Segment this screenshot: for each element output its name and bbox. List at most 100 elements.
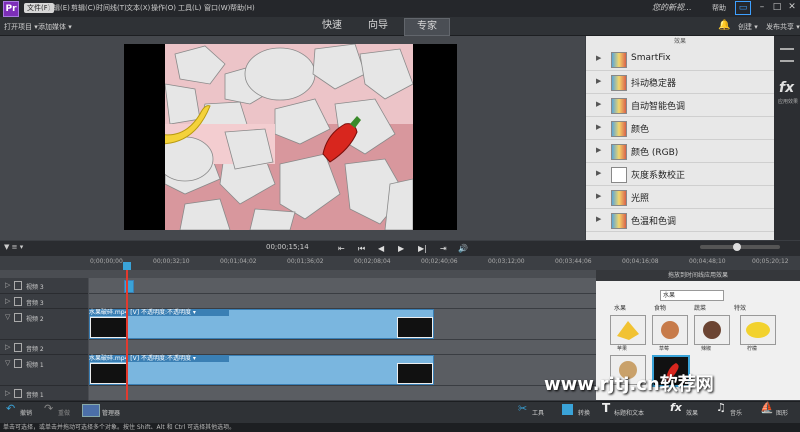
- menu-help[interactable]: 帮助(H): [230, 3, 255, 13]
- menu-action[interactable]: 操作(O): [151, 3, 176, 13]
- menu-edit[interactable]: 编辑(E): [46, 3, 70, 13]
- music-icon[interactable]: ♫: [716, 401, 726, 414]
- share-dropdown[interactable]: 发布共享 ▾: [766, 22, 800, 32]
- track-header-audio1[interactable]: ▷ 音频 1: [0, 386, 88, 401]
- speaker-icon[interactable]: [14, 297, 22, 306]
- adjust-panel-icon[interactable]: [780, 48, 794, 62]
- menu-text[interactable]: 文本(X): [126, 3, 150, 13]
- maximize-icon[interactable]: □: [770, 1, 784, 13]
- collapse-icon[interactable]: ▽: [5, 359, 10, 367]
- expand-icon[interactable]: ▶: [596, 169, 601, 177]
- fx-icon[interactable]: fx: [779, 80, 794, 96]
- preset-thumb[interactable]: [610, 315, 646, 345]
- effect-lighting[interactable]: ▶ 光照: [586, 186, 774, 209]
- expand-icon[interactable]: ▶: [596, 215, 601, 223]
- effect-gamma[interactable]: ▶ 灰度系数校正: [586, 163, 774, 186]
- menu-tools[interactable]: 工具(L): [178, 3, 201, 13]
- timeline-menu-icon[interactable]: ▼ ≡ ▾: [4, 243, 23, 251]
- volume-icon[interactable]: 🔊: [458, 244, 468, 253]
- titles-label[interactable]: 标题和文本: [614, 408, 644, 417]
- redo-label[interactable]: 重做: [58, 408, 70, 417]
- effect-stabilizer[interactable]: ▶ 抖动稳定器: [586, 71, 774, 94]
- graphics-label[interactable]: 图形: [776, 408, 788, 417]
- transitions-icon[interactable]: [562, 404, 573, 415]
- frame-forward-icon[interactable]: ▶|: [418, 244, 427, 253]
- effect-color-rgb[interactable]: ▶ 颜色 (RGB): [586, 140, 774, 163]
- panel-toggle-icon[interactable]: ▭: [735, 1, 751, 15]
- expand-icon[interactable]: ▶: [596, 77, 601, 85]
- collapse-icon[interactable]: ▽: [5, 313, 10, 321]
- expand-icon[interactable]: ▶: [596, 100, 601, 108]
- effect-temperature[interactable]: ▶ 色温和色调: [586, 209, 774, 232]
- open-project-dropdown[interactable]: 打开项目 ▾: [4, 22, 38, 32]
- undo-icon[interactable]: ↶: [6, 402, 15, 415]
- welcome-text[interactable]: 您的新视...: [652, 2, 692, 13]
- play-icon[interactable]: ▶: [398, 244, 404, 253]
- preset-category[interactable]: 特效: [734, 303, 746, 312]
- zoom-slider-knob[interactable]: [733, 243, 741, 251]
- undo-label[interactable]: 撤销: [20, 408, 32, 417]
- track-header-video2[interactable]: ▽ 视频 2: [0, 309, 88, 340]
- menu-window[interactable]: 窗口(W): [204, 3, 230, 13]
- notification-bell-icon[interactable]: 🔔: [718, 20, 730, 31]
- track-lock-icon[interactable]: [14, 313, 22, 322]
- go-to-start-icon[interactable]: ⇤: [338, 244, 345, 253]
- graphics-icon[interactable]: ⛵: [760, 401, 774, 414]
- preset-category[interactable]: 水果: [614, 303, 626, 312]
- expand-icon[interactable]: ▷: [5, 389, 10, 397]
- expand-icon[interactable]: ▷: [5, 343, 10, 351]
- playhead-handle[interactable]: [123, 262, 131, 270]
- tab-expert[interactable]: 专家: [404, 18, 450, 36]
- tab-guided[interactable]: 向导: [356, 18, 400, 34]
- preset-thumb[interactable]: [740, 315, 776, 345]
- add-media-dropdown[interactable]: 添加媒体 ▾: [38, 22, 72, 32]
- track-header-video1[interactable]: ▽ 视频 1: [0, 355, 88, 386]
- effect-color[interactable]: ▶ 颜色: [586, 117, 774, 140]
- tab-quick[interactable]: 快速: [310, 18, 354, 34]
- playhead[interactable]: [126, 262, 128, 400]
- step-back-icon[interactable]: ⏮: [358, 244, 365, 254]
- organizer-label[interactable]: 管理器: [102, 408, 120, 417]
- expand-icon[interactable]: ▶: [596, 123, 601, 131]
- menu-timeline[interactable]: 时间线(T): [96, 3, 127, 13]
- redo-icon[interactable]: ↷: [44, 402, 53, 415]
- track-header-video3[interactable]: ▷ 视频 3: [0, 278, 88, 294]
- close-icon[interactable]: ✕: [785, 1, 799, 13]
- speaker-icon[interactable]: [14, 389, 22, 398]
- go-to-end-icon[interactable]: ⇥: [440, 244, 447, 253]
- track-lane-audio1[interactable]: [89, 386, 596, 401]
- preset-category[interactable]: 食物: [654, 303, 666, 312]
- expand-icon[interactable]: ▷: [5, 281, 10, 289]
- track-header-audio3[interactable]: ▷ 音频 3: [0, 294, 88, 309]
- expand-icon[interactable]: ▶: [596, 54, 601, 62]
- audio-label[interactable]: 音乐: [730, 408, 742, 417]
- preset-category[interactable]: 蔬菜: [694, 303, 706, 312]
- track-lane-audio3[interactable]: [89, 294, 596, 309]
- track-lane-audio2[interactable]: [89, 340, 596, 355]
- effect-auto-tone[interactable]: ▶ 自动智能色调: [586, 94, 774, 117]
- track-header-audio2[interactable]: ▷ 音频 2: [0, 340, 88, 355]
- preset-thumb[interactable]: [652, 315, 688, 345]
- tools-label[interactable]: 工具: [532, 408, 544, 417]
- expand-icon[interactable]: ▶: [596, 192, 601, 200]
- transitions-label[interactable]: 转换: [578, 408, 590, 417]
- frame-back-icon[interactable]: ◀: [378, 244, 384, 253]
- expand-icon[interactable]: ▷: [5, 297, 10, 305]
- help-button[interactable]: 帮助: [712, 3, 726, 13]
- track-lock-icon[interactable]: [14, 359, 22, 368]
- effects-label[interactable]: 效果: [686, 408, 698, 417]
- preset-thumb[interactable]: [694, 315, 730, 345]
- create-dropdown[interactable]: 创建 ▾: [738, 22, 758, 32]
- track-lane-video3[interactable]: [89, 278, 596, 294]
- speaker-icon[interactable]: [14, 343, 22, 352]
- track-lock-icon[interactable]: [14, 281, 22, 290]
- organizer-icon[interactable]: [82, 404, 100, 417]
- effects-fx-icon[interactable]: fx: [670, 401, 682, 414]
- preset-category-dropdown[interactable]: 水果: [660, 290, 724, 301]
- tools-icon[interactable]: ✂: [518, 402, 527, 415]
- expand-icon[interactable]: ▶: [596, 146, 601, 154]
- titles-icon[interactable]: T: [602, 401, 610, 415]
- menu-clip[interactable]: 剪辑(C): [71, 3, 95, 13]
- effect-smartfix[interactable]: ▶ SmartFix: [586, 48, 774, 71]
- minimize-icon[interactable]: –: [755, 1, 769, 13]
